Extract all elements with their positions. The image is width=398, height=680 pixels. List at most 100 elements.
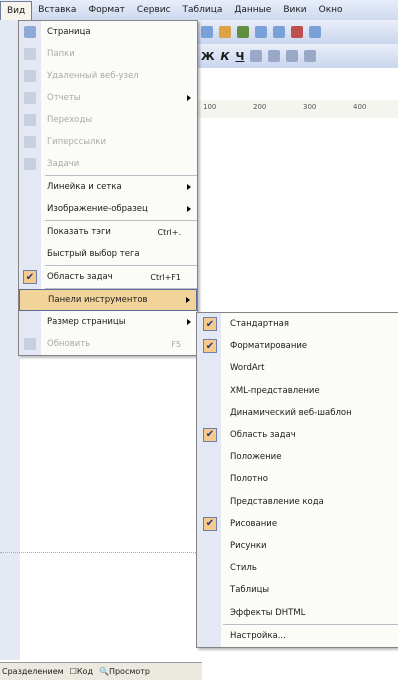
bold-button[interactable]: Ж xyxy=(201,50,214,63)
underline-button[interactable]: Ч xyxy=(235,50,244,63)
formatting-toolbar: Ж К Ч xyxy=(195,44,398,68)
menu-item-shortcut: F5 xyxy=(171,339,181,349)
menu-window[interactable]: Окно xyxy=(313,1,349,19)
view-menu-item[interactable]: Изображение-образец xyxy=(19,198,197,220)
ruler-mark: 300 xyxy=(303,103,317,111)
submenu-arrow-icon xyxy=(187,319,191,325)
toolbar-toggle-item[interactable]: ✔ Стандартная xyxy=(197,313,398,335)
code-view-tab[interactable]: ☐Код xyxy=(70,667,93,676)
menu-item-label: Эффекты DHTML xyxy=(230,607,306,618)
menu-insert[interactable]: Вставка xyxy=(32,1,82,19)
toolbar-toggle-item[interactable]: Стиль xyxy=(197,557,398,579)
page-boundary-line xyxy=(0,552,200,553)
toolbar-toggle-item[interactable]: Динамический веб-шаблон xyxy=(197,402,398,424)
toolbars-submenu: ✔ Стандартная ✔ Форматирование WordArt XML-пр… xyxy=(196,312,398,648)
menu-item-label: Быстрый выбор тега xyxy=(47,249,140,259)
menu-item-label: Гиперссылки xyxy=(47,137,107,147)
menu-format[interactable]: Формат xyxy=(82,1,131,19)
toolbar-toggle-item[interactable]: ✔ Рисование xyxy=(197,513,398,535)
menu-item-label: Размер страницы xyxy=(47,317,126,327)
undo-icon[interactable] xyxy=(255,26,267,38)
menu-item-label: Таблицы xyxy=(230,585,270,596)
toolbar-toggle-item[interactable]: Таблицы xyxy=(197,579,398,601)
toolbar-toggle-item[interactable]: Полотно xyxy=(197,468,398,490)
toolbar-toggle-item[interactable]: Рисунки xyxy=(197,535,398,557)
justify-icon[interactable] xyxy=(304,50,317,62)
left-panel-strip xyxy=(0,20,20,660)
checkmark-icon: ✔ xyxy=(203,427,217,442)
ruler-mark: 100 xyxy=(203,103,217,111)
toolbar-toggle-item[interactable]: Настройка... xyxy=(197,625,398,647)
menu-view[interactable]: Вид xyxy=(0,0,33,20)
format-painter-icon[interactable] xyxy=(237,26,249,38)
menu-data[interactable]: Данные xyxy=(228,1,277,19)
align-center-icon[interactable] xyxy=(268,50,281,62)
split-view-tab[interactable]: Сразделением xyxy=(2,667,64,676)
standard-toolbar xyxy=(195,20,398,44)
menu-table[interactable]: Таблица xyxy=(177,1,229,19)
menu-item-label: Динамический веб-шаблон xyxy=(230,407,352,418)
toolbar-toggle-item[interactable]: ✔ Область задач xyxy=(197,424,398,446)
view-menu-item[interactable]: Линейка и сетка xyxy=(19,176,197,198)
hyperlinks-icon xyxy=(23,135,37,149)
toolbar-toggle-item[interactable]: XML-представление xyxy=(197,380,398,402)
menu-item-label: Переходы xyxy=(47,115,93,125)
menu-item-label: Удаленный веб-узел xyxy=(47,71,139,81)
toolbar-toggle-item[interactable]: Представление кода xyxy=(197,491,398,513)
submenu-arrow-icon xyxy=(187,184,191,190)
view-menu-item[interactable]: Показать тэги Ctrl+. xyxy=(19,221,197,243)
menu-item-label: Отчеты xyxy=(47,93,81,103)
menu-item-label: Изображение-образец xyxy=(47,204,148,214)
tasks-icon xyxy=(23,157,37,171)
view-menu: Страница Папки Удаленный веб-узел Отчеты Пер… xyxy=(18,20,198,356)
toolbar-toggle-item[interactable]: ✔ Форматирование xyxy=(197,335,398,357)
ruler-mark: 400 xyxy=(353,103,367,111)
menu-tools[interactable]: Сервис xyxy=(131,1,177,19)
checkmark-icon: ✔ xyxy=(203,339,217,354)
menu-wiki[interactable]: Вики xyxy=(277,1,312,19)
align-left-icon[interactable] xyxy=(250,50,263,62)
menu-item-label: Стандартная xyxy=(230,319,289,330)
menu-item-label: Задачи xyxy=(47,159,80,169)
submenu-arrow-icon xyxy=(186,297,190,303)
view-menu-item: Гиперссылки xyxy=(19,131,197,153)
view-menu-item[interactable]: Быстрый выбор тега xyxy=(19,243,197,265)
page-icon xyxy=(23,25,37,39)
preview-tab[interactable]: 🔍Просмотр xyxy=(99,667,150,676)
menu-item-label: WordArt xyxy=(230,363,265,374)
toolbar-toggle-item[interactable]: Эффекты DHTML xyxy=(197,601,398,623)
menu-item-label: Представление кода xyxy=(230,496,324,507)
toolbar-toggle-item[interactable]: WordArt xyxy=(197,357,398,379)
checkmark-icon: ✔ xyxy=(203,317,217,331)
menu-item-label: Панели инструментов xyxy=(48,295,148,305)
menu-bar: Вид Вставка Формат Сервис Таблица Данные… xyxy=(0,0,398,20)
menu-item-label: Положение xyxy=(230,452,282,463)
menu-item-label: Форматирование xyxy=(230,341,308,352)
toolbar-toggle-item[interactable]: Положение xyxy=(197,446,398,468)
menu-item-label: Обновить xyxy=(47,339,91,349)
view-menu-item[interactable]: Панели инструментов xyxy=(19,289,197,311)
copy-icon[interactable] xyxy=(201,26,213,38)
remote-site-icon xyxy=(23,69,37,83)
submenu-arrow-icon xyxy=(187,95,191,101)
redo-icon[interactable] xyxy=(273,26,285,38)
navigation-icon xyxy=(23,113,37,127)
menu-item-label: Рисунки xyxy=(230,540,267,551)
submenu-arrow-icon xyxy=(187,206,191,212)
insert-picture-icon[interactable] xyxy=(309,26,321,38)
menu-item-label: XML-представление xyxy=(230,385,320,396)
view-menu-item: Отчеты xyxy=(19,87,197,109)
view-menu-item[interactable]: ✔ Область задач Ctrl+F1 xyxy=(19,266,197,288)
view-menu-item[interactable]: Размер страницы xyxy=(19,311,197,333)
menu-item-label: Область задач xyxy=(47,272,113,282)
checkmark-icon: ✔ xyxy=(203,516,217,531)
menu-item-label: Линейка и сетка xyxy=(47,182,122,192)
view-menu-item[interactable]: Страница xyxy=(19,21,197,43)
paste-icon[interactable] xyxy=(219,26,231,38)
menu-item-label: Папки xyxy=(47,49,75,59)
menu-item-shortcut: Ctrl+. xyxy=(157,227,181,237)
menu-item-label: Область задач xyxy=(230,430,296,441)
italic-button[interactable]: К xyxy=(220,50,229,63)
insert-table-icon[interactable] xyxy=(291,26,303,38)
align-right-icon[interactable] xyxy=(286,50,299,62)
